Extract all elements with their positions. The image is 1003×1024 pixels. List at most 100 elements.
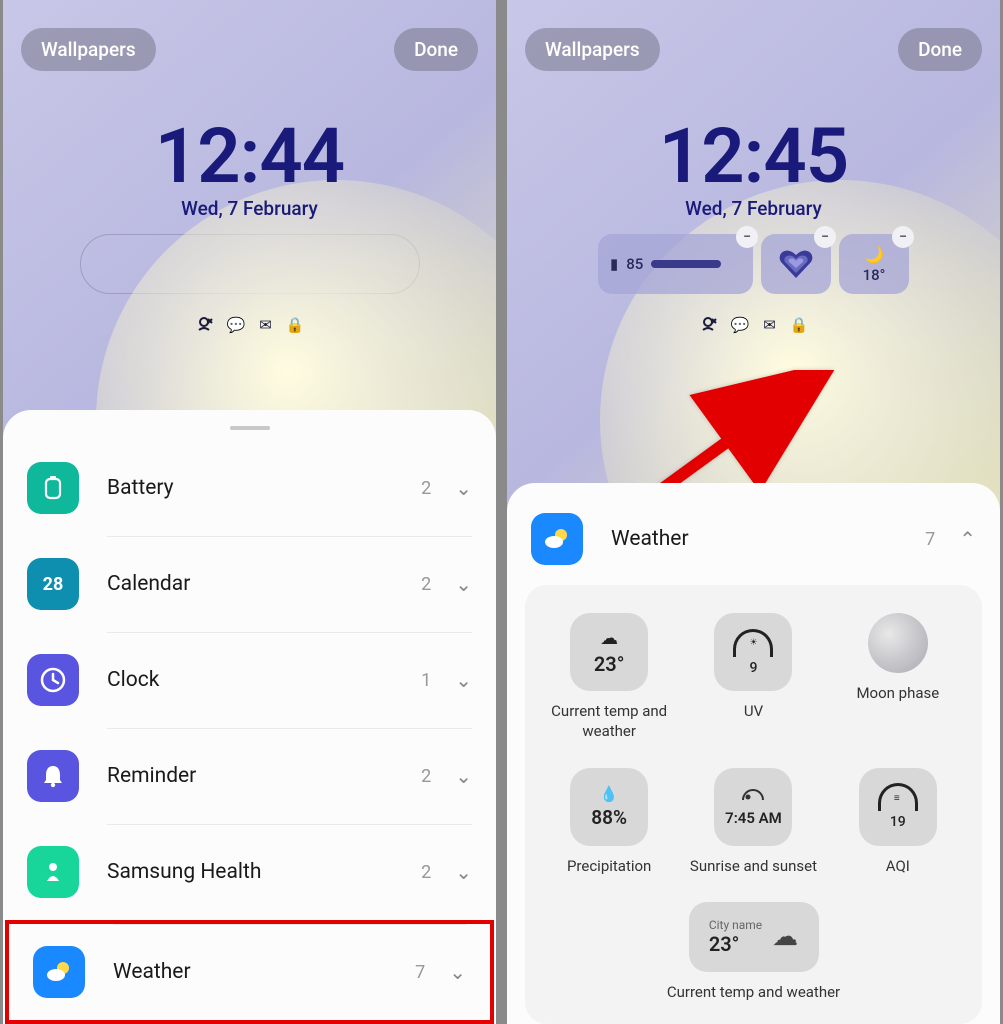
- remove-widget-button[interactable]: −: [814, 226, 836, 248]
- option-value: 88%: [591, 806, 627, 829]
- city-label: City name: [709, 918, 762, 932]
- remove-widget-button[interactable]: −: [736, 226, 758, 248]
- option-label: AQI: [886, 856, 910, 876]
- battery-widget[interactable]: ▮ 85 −: [598, 234, 753, 294]
- messages-icon: 💬: [227, 316, 246, 336]
- weather-icon: [33, 946, 85, 998]
- weather-options-sheet: Weather 7 ⌃ ☁ 23° Current temp and weath…: [507, 483, 1000, 1024]
- option-sunrise-sunset[interactable]: 7:45 AM Sunrise and sunset: [683, 768, 823, 876]
- clock-block[interactable]: 12:45 Wed, 7 February: [507, 111, 1000, 220]
- category-row-samsung-health[interactable]: Samsung Health 2 ⌄: [3, 824, 496, 920]
- status-icons-row: 💬 ✉ 🔒: [507, 316, 1000, 336]
- category-count: 1: [421, 670, 431, 691]
- category-row-weather[interactable]: Weather 7 ⌄: [5, 920, 494, 1024]
- messages-icon: 💬: [731, 316, 750, 336]
- chevron-up-icon: ⌃: [959, 527, 976, 551]
- option-aqi[interactable]: ≡ 19 AQI: [828, 768, 968, 876]
- gauge-icon: ≡: [878, 783, 918, 811]
- category-row-calendar[interactable]: 28 Calendar 2 ⌄: [3, 536, 496, 632]
- missed-call-icon: [699, 316, 717, 336]
- weather-title: Weather: [611, 527, 925, 551]
- missed-call-icon: [195, 316, 213, 336]
- chevron-down-icon: ⌄: [455, 476, 472, 500]
- sunrise-icon: [739, 786, 767, 806]
- option-moon-phase[interactable]: Moon phase: [828, 613, 968, 742]
- clock-block[interactable]: 12:44 Wed, 7 February: [3, 111, 496, 220]
- done-button[interactable]: Done: [898, 28, 982, 71]
- battery-value: 85: [626, 255, 643, 273]
- option-tile: City name 23° ☁: [689, 902, 819, 972]
- lock-icon: 🔒: [790, 316, 809, 336]
- weather-count: 7: [925, 529, 935, 550]
- calendar-icon: 28: [27, 558, 79, 610]
- chevron-down-icon: ⌄: [455, 764, 472, 788]
- wallpapers-button[interactable]: Wallpapers: [525, 28, 660, 71]
- option-label: Current temp and weather: [539, 701, 679, 742]
- reminder-icon: [27, 750, 79, 802]
- date-text: Wed, 7 February: [507, 197, 1000, 220]
- option-tile: ≡ 19: [859, 768, 937, 846]
- empty-widget-slot[interactable]: [80, 234, 420, 294]
- heart-widget[interactable]: −: [761, 234, 831, 294]
- option-value: 9: [750, 660, 758, 676]
- category-label: Weather: [113, 960, 415, 984]
- category-count: 2: [421, 766, 431, 787]
- option-label: Moon phase: [856, 683, 939, 703]
- mail-icon: ✉: [259, 316, 272, 336]
- top-bar: Wallpapers Done: [507, 0, 1000, 71]
- moon-icon: 🌙: [864, 245, 884, 264]
- mail-icon: ✉: [763, 316, 776, 336]
- time-text: 12:45: [507, 111, 1000, 201]
- top-bar: Wallpapers Done: [3, 0, 496, 71]
- clock-icon: [27, 654, 79, 706]
- date-text: Wed, 7 February: [3, 197, 496, 220]
- status-icons-row: 💬 ✉ 🔒: [3, 316, 496, 336]
- option-current-temp[interactable]: ☁ 23° Current temp and weather: [539, 613, 679, 742]
- category-row-reminder[interactable]: Reminder 2 ⌄: [3, 728, 496, 824]
- category-count: 7: [415, 962, 425, 983]
- weather-widget[interactable]: 🌙 18° −: [839, 234, 909, 294]
- option-label: UV: [744, 701, 763, 721]
- option-label: Precipitation: [567, 856, 651, 876]
- drop-icon: 💧: [600, 785, 619, 803]
- option-city-temp[interactable]: City name 23° ☁ Current temp and weather: [537, 902, 970, 1002]
- chevron-down-icon: ⌄: [455, 668, 472, 692]
- temp-value: 18°: [863, 266, 886, 284]
- done-button[interactable]: Done: [394, 28, 478, 71]
- option-uv[interactable]: ☀ 9 UV: [683, 613, 823, 742]
- time-text: 12:44: [3, 111, 496, 201]
- option-value: 23°: [709, 932, 762, 956]
- lock-icon: 🔒: [286, 316, 305, 336]
- category-label: Clock: [107, 668, 421, 692]
- category-row-battery[interactable]: Battery 2 ⌄: [3, 440, 496, 536]
- option-value: 23°: [594, 652, 625, 676]
- cloud-icon: ☁: [600, 628, 618, 649]
- lockscreen-widgets-row: ▮ 85 − − 🌙 18° −: [507, 234, 1000, 294]
- phone-right: Wallpapers Done 12:45 Wed, 7 February ▮ …: [504, 0, 1003, 1024]
- category-row-clock[interactable]: Clock 1 ⌄: [3, 632, 496, 728]
- drag-handle[interactable]: [230, 426, 270, 430]
- phone-left: Wallpapers Done 12:44 Wed, 7 February 💬 …: [0, 0, 499, 1024]
- option-tile: 7:45 AM: [714, 768, 792, 846]
- option-tile: 💧 88%: [570, 768, 648, 846]
- category-label: Samsung Health: [107, 860, 421, 884]
- option-precipitation[interactable]: 💧 88% Precipitation: [539, 768, 679, 876]
- weather-options-grid: ☁ 23° Current temp and weather ☀ 9 UV Mo…: [525, 585, 982, 1024]
- heart-icon: [778, 248, 814, 280]
- chevron-down-icon: ⌄: [449, 960, 466, 984]
- option-label: Current temp and weather: [667, 982, 840, 1002]
- wallpapers-button[interactable]: Wallpapers: [21, 28, 156, 71]
- weather-sheet-header[interactable]: Weather 7 ⌃: [507, 507, 1000, 585]
- moon-icon: [868, 613, 928, 673]
- weather-icon: [531, 513, 583, 565]
- option-tile: ☀ 9: [714, 613, 792, 691]
- cloud-icon: ☁: [772, 922, 798, 952]
- option-label: Sunrise and sunset: [690, 856, 817, 876]
- category-label: Battery: [107, 476, 421, 500]
- battery-bar: [651, 260, 721, 268]
- battery-icon: [27, 462, 79, 514]
- remove-widget-button[interactable]: −: [892, 226, 914, 248]
- option-value: 7:45 AM: [725, 809, 782, 827]
- widget-categories-sheet: Battery 2 ⌄ 28 Calendar 2 ⌄ Clock 1 ⌄ Re…: [3, 410, 496, 1024]
- category-label: Reminder: [107, 764, 421, 788]
